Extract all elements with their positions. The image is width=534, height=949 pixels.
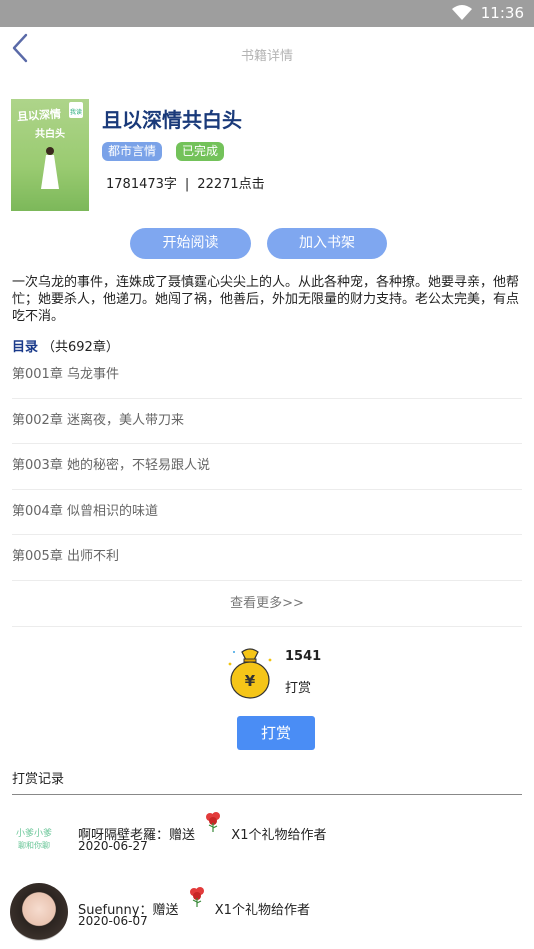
reward-button[interactable]: 打赏 bbox=[237, 716, 315, 750]
start-reading-button[interactable]: 开始阅读 bbox=[130, 228, 251, 259]
flower-gift-icon bbox=[189, 887, 204, 907]
chapter-item[interactable]: 第001章 乌龙事件 bbox=[12, 353, 522, 399]
record-date: 2020-06-27 bbox=[78, 839, 148, 853]
chapter-item[interactable]: 第004章 似曾相识的味道 bbox=[12, 490, 522, 536]
avatar[interactable] bbox=[10, 883, 68, 941]
avatar-text-top: 小爹小爹 bbox=[16, 829, 53, 839]
avatar[interactable]: 小爹小爹 聊和你聊 bbox=[10, 808, 68, 866]
reward-count: 1541 bbox=[285, 649, 322, 664]
cover-title: 且以深情 bbox=[16, 107, 62, 124]
book-title: 且以深情共白头 bbox=[102, 108, 242, 132]
chapter-item[interactable]: 第005章 出师不利 bbox=[12, 535, 522, 581]
record-gift: X1个礼物给作者 bbox=[231, 828, 327, 843]
money-bag-symbol: ¥ bbox=[245, 672, 256, 690]
book-description: 一次乌龙的事件，连姝成了聂慎霆心尖尖上的人。从此各种宠，各种撩。她要寻亲，他帮忙… bbox=[12, 275, 520, 324]
title-bar: 书籍详情 bbox=[0, 27, 534, 83]
cover-subtitle: 共白头 bbox=[35, 129, 65, 140]
record-gift: X1个礼物给作者 bbox=[214, 903, 310, 918]
reward-label: 打赏 bbox=[285, 681, 312, 696]
chapter-item[interactable]: 第003章 她的秘密，不轻易跟人说 bbox=[12, 444, 522, 490]
click-count: 22271点击 bbox=[197, 177, 265, 192]
page-title: 书籍详情 bbox=[240, 49, 293, 64]
status-bar: 11:36 bbox=[0, 0, 534, 27]
status-time: 11:36 bbox=[480, 4, 524, 22]
flower-gift-icon bbox=[206, 812, 221, 832]
book-stats: 1781473字 | 22271点击 bbox=[106, 173, 265, 192]
view-more-link[interactable]: 查看更多>> bbox=[12, 581, 522, 627]
genre-tag: 都市言情 bbox=[102, 142, 163, 161]
word-count: 1781473字 bbox=[106, 177, 177, 192]
reward-record: Suefunny：赠送 X1个礼物给作者 2020-06-07 bbox=[10, 880, 522, 941]
chapter-item[interactable]: 第002章 迷离夜，美人带刀来 bbox=[12, 399, 522, 445]
cover-figure bbox=[41, 147, 59, 189]
chapter-list: 第001章 乌龙事件 第002章 迷离夜，美人带刀来 第003章 她的秘密，不轻… bbox=[12, 353, 522, 627]
publisher-logo: 我读 bbox=[69, 102, 83, 118]
money-bag-icon: ¥ bbox=[228, 648, 272, 699]
stats-separator: | bbox=[184, 177, 190, 192]
add-to-shelf-button[interactable]: 加入书架 bbox=[267, 228, 387, 259]
book-cover: 且以深情 共白头 我读 bbox=[11, 99, 89, 211]
reward-records-title: 打赏记录 bbox=[12, 772, 65, 787]
wifi-icon bbox=[452, 5, 472, 20]
avatar-text-bottom: 聊和你聊 bbox=[18, 841, 50, 850]
status-tag: 已完成 bbox=[176, 142, 225, 161]
divider bbox=[12, 794, 522, 795]
record-date: 2020-06-07 bbox=[78, 914, 148, 928]
reward-record: 小爹小爹 聊和你聊 啊呀隔壁老羅：赠送 X1个礼物给作者 2020-06-27 bbox=[10, 805, 522, 866]
